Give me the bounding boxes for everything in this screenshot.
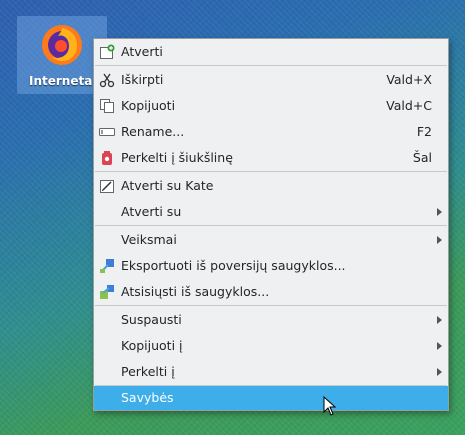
submenu-arrow-icon — [437, 236, 442, 244]
menu-item-label: Atsisiųsti iš saugyklos... — [121, 284, 270, 299]
context-menu: Atverti Iškirpti Vald+X Kopijuoti Vald+C… — [93, 38, 449, 411]
menu-item-label: Perkelti į — [121, 364, 175, 379]
submenu-arrow-icon — [437, 368, 442, 376]
menu-item-label: Kopijuoti — [121, 98, 176, 113]
menu-item-open-kate[interactable]: Atverti su Kate — [94, 173, 448, 199]
menu-item-label: Atverti su Kate — [121, 178, 214, 193]
menu-item-label: Eksportuoti iš poversijų saugyklos... — [121, 258, 346, 273]
shortcut-label: F2 — [416, 124, 432, 139]
open-icon — [100, 44, 115, 59]
menu-separator — [95, 225, 447, 226]
submenu-arrow-icon — [437, 316, 442, 324]
menu-item-open-with[interactable]: Atverti su — [94, 199, 448, 225]
menu-item-rename[interactable]: Rename... F2 — [94, 119, 448, 145]
rename-icon — [99, 128, 115, 136]
submenu-arrow-icon — [437, 342, 442, 350]
menu-separator — [95, 171, 447, 172]
menu-item-export[interactable]: Eksportuoti iš poversijų saugyklos... — [94, 253, 448, 279]
menu-item-compress[interactable]: Suspausti — [94, 307, 448, 333]
mouse-cursor-icon — [323, 396, 337, 416]
menu-item-label: Kopijuoti į — [121, 338, 183, 353]
submenu-arrow-icon — [437, 208, 442, 216]
kate-icon — [100, 180, 114, 193]
menu-separator — [95, 305, 447, 306]
menu-item-move-to[interactable]: Perkelti į — [94, 359, 448, 385]
menu-item-actions[interactable]: Veiksmai — [94, 227, 448, 253]
shortcut-label: Šal — [412, 150, 432, 165]
menu-item-label: Savybės — [121, 390, 174, 405]
copy-icon — [100, 99, 114, 113]
menu-item-properties[interactable]: Savybės — [94, 386, 448, 410]
desktop-icon-label: Internetas — [29, 74, 100, 88]
menu-separator — [95, 65, 447, 66]
menu-item-trash[interactable]: Perkelti į šiukšlinę Šal — [94, 145, 448, 171]
firefox-icon — [42, 25, 82, 65]
menu-item-label: Rename... — [121, 124, 185, 139]
menu-item-cut[interactable]: Iškirpti Vald+X — [94, 67, 448, 93]
menu-item-label: Perkelti į šiukšlinę — [121, 150, 233, 165]
shortcut-label: Vald+C — [386, 98, 432, 113]
menu-item-label: Suspausti — [121, 312, 182, 327]
menu-item-copy-to[interactable]: Kopijuoti į — [94, 333, 448, 359]
menu-item-copy[interactable]: Kopijuoti Vald+C — [94, 93, 448, 119]
menu-item-label: Atverti — [121, 44, 163, 59]
menu-item-label: Iškirpti — [121, 72, 164, 87]
export-vcs-icon — [100, 259, 114, 273]
menu-item-download[interactable]: Atsisiųsti iš saugyklos... — [94, 279, 448, 305]
menu-item-open[interactable]: Atverti — [94, 39, 448, 65]
shortcut-label: Vald+X — [386, 72, 432, 87]
menu-item-label: Atverti su — [121, 204, 182, 219]
download-vcs-icon — [100, 285, 114, 299]
menu-item-label: Veiksmai — [121, 232, 177, 247]
trash-icon — [102, 151, 112, 165]
scissors-icon — [99, 73, 115, 88]
